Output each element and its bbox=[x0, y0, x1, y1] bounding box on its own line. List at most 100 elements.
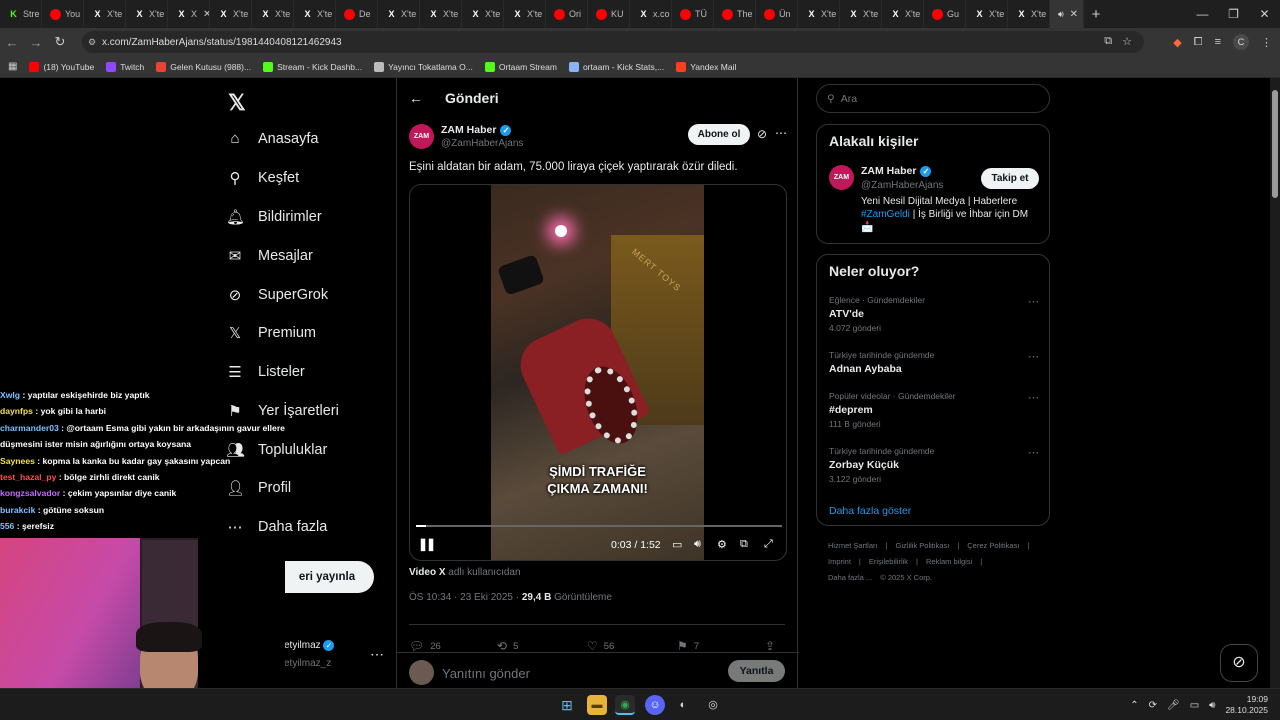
browser-tab[interactable]: You✕ bbox=[42, 0, 84, 28]
search-input[interactable]: ⚲ Ara bbox=[816, 84, 1050, 113]
browser-tab[interactable]: XX'te✕ bbox=[966, 0, 1008, 28]
video-progress-bar[interactable] bbox=[416, 525, 782, 527]
browser-tab[interactable]: XX'te✕ bbox=[294, 0, 336, 28]
reply-action[interactable]: 💬︎ 26 bbox=[409, 639, 441, 653]
nav-item-list[interactable]: ☰ Listeler bbox=[226, 363, 304, 381]
address-bar[interactable]: ⚙ x.com/ZamHaberAjans/status/19814404081… bbox=[82, 31, 1144, 53]
footer-link[interactable]: Reklam bilgisi bbox=[926, 557, 972, 566]
post-button[interactable]: eri yayınla bbox=[280, 561, 374, 593]
browser-tab[interactable]: KU✕ bbox=[588, 0, 630, 28]
browser-tab[interactable]: XX'te✕ bbox=[462, 0, 504, 28]
browser-tab[interactable]: XX'te✕ bbox=[252, 0, 294, 28]
footer-link[interactable]: Daha fazla ... bbox=[828, 573, 872, 582]
account-more-icon[interactable]: ⋯ bbox=[370, 646, 384, 663]
bookmark-item[interactable]: Yandex Mail bbox=[676, 61, 736, 72]
grok-fab-icon[interactable]: ⊘ bbox=[1220, 644, 1258, 682]
video-frame[interactable]: MERT TOYS ŞİMDİ TRAFİĞE ÇIKMA ZAMANI! bbox=[491, 185, 704, 560]
show-more-link[interactable]: Daha fazla göster bbox=[829, 505, 911, 517]
forward-icon[interactable]: → bbox=[24, 35, 48, 50]
subscribe-button[interactable]: Abone ol bbox=[688, 124, 750, 145]
browser-tab[interactable]: Gu✕ bbox=[924, 0, 966, 28]
post-more-icon[interactable]: ⋯ bbox=[775, 126, 787, 140]
active-tab[interactable]: 🔊︎ ✕ bbox=[1050, 0, 1084, 28]
fullscreen-icon[interactable]: ⤢ bbox=[764, 538, 773, 551]
repost-action[interactable]: ⟲ 5 bbox=[497, 639, 518, 653]
hashtag-link[interactable]: #ZamGeldi bbox=[861, 209, 910, 220]
sync-icon[interactable]: ⟳ bbox=[1149, 700, 1157, 711]
bookmark-item[interactable]: Ortaam Stream bbox=[484, 61, 557, 72]
trend-more-icon[interactable]: ⋯ bbox=[1028, 350, 1039, 363]
related-name[interactable]: ZAM Haber ✓ bbox=[861, 165, 932, 177]
trend-more-icon[interactable]: ⋯ bbox=[1028, 295, 1039, 308]
new-tab-icon[interactable]: + bbox=[1084, 6, 1108, 23]
trend-item[interactable]: Eğlence · Gündemdekiler ATV'de 4.072 gönde… bbox=[829, 295, 1039, 333]
browser-tab[interactable]: XX'te✕ bbox=[420, 0, 462, 28]
trend-item[interactable]: Türkiye tarihinde gündemde Zorbay Küçük 3.… bbox=[829, 446, 1039, 484]
minimize-icon[interactable]: — bbox=[1187, 0, 1218, 28]
apps-grid-icon[interactable]: ▦ bbox=[8, 61, 17, 72]
captions-icon[interactable]: ▭ bbox=[672, 538, 682, 551]
footer-link[interactable]: Imprint bbox=[828, 557, 851, 566]
browser-tab[interactable]: KStre✕ bbox=[0, 0, 42, 28]
browser-tab[interactable]: XX'te✕ bbox=[840, 0, 882, 28]
extensions-puzzle-icon[interactable]: ⧠ bbox=[1194, 36, 1203, 49]
browser-menu-icon[interactable]: ⋮ bbox=[1261, 36, 1272, 49]
close-window-icon[interactable]: ✕ bbox=[1249, 0, 1280, 28]
browser-tab[interactable]: XX'te✕ bbox=[210, 0, 252, 28]
browser-tab[interactable]: XX'te✕ bbox=[798, 0, 840, 28]
pause-icon[interactable]: ❚❚ bbox=[418, 537, 436, 551]
bookmark-item[interactable]: Stream - Kick Dashb... bbox=[263, 61, 362, 72]
browser-tab[interactable]: The✕ bbox=[714, 0, 756, 28]
clock[interactable]: 19:09 28.10.2025 bbox=[1225, 694, 1268, 716]
browser-tab[interactable]: XX'te✕ bbox=[882, 0, 924, 28]
browser-tab[interactable]: Xx.co✕ bbox=[630, 0, 672, 28]
scrollbar-thumb[interactable] bbox=[1272, 90, 1278, 198]
trend-more-icon[interactable]: ⋯ bbox=[1028, 446, 1039, 459]
tab-close-icon[interactable]: ✕ bbox=[203, 9, 209, 20]
author-avatar[interactable]: ZAM bbox=[409, 124, 434, 149]
author-handle[interactable]: @ZamHaberAjans bbox=[441, 138, 523, 149]
reply-input[interactable]: Yanıtını gönder bbox=[442, 666, 530, 681]
bookmark-item[interactable]: Yayıncı Tokatlama O... bbox=[374, 61, 473, 72]
file-explorer-icon[interactable]: ▬ bbox=[587, 695, 607, 715]
site-info-icon[interactable]: ⚙ bbox=[88, 37, 96, 48]
account-name[interactable]: etyilmaz ✓ bbox=[284, 640, 335, 651]
like-action[interactable]: ♡ 56 bbox=[587, 639, 614, 653]
settings-icon[interactable]: ⚙ bbox=[717, 538, 727, 551]
footer-link[interactable]: Çerez Politikası bbox=[967, 541, 1019, 550]
follow-button[interactable]: Takip et bbox=[981, 168, 1039, 189]
reply-button[interactable]: Yanıtla bbox=[728, 660, 785, 682]
volume-icon[interactable]: 🔊︎ bbox=[694, 538, 701, 551]
bookmark-item[interactable]: (18) YouTube bbox=[29, 61, 94, 72]
footer-link[interactable]: © 2025 X Corp. bbox=[880, 573, 932, 582]
footer-link[interactable]: Hizmet Şartları bbox=[828, 541, 878, 550]
video-player[interactable]: MERT TOYS ŞİMDİ TRAFİĞE ÇIKMA ZAMANI! ❚❚… bbox=[409, 184, 787, 561]
trend-item[interactable]: Popüler videolar · Gündemdekiler #deprem 1… bbox=[829, 391, 1039, 429]
related-avatar[interactable]: ZAM bbox=[829, 165, 854, 190]
chrome-icon[interactable]: ◉ bbox=[615, 695, 635, 715]
browser-tab[interactable]: Ori✕ bbox=[546, 0, 588, 28]
back-arrow-icon[interactable]: ← bbox=[409, 90, 423, 106]
browser-tab[interactable]: XX ✕ bbox=[168, 0, 210, 28]
bookmark-action[interactable]: ⚑ 7 bbox=[677, 639, 699, 653]
install-app-icon[interactable]: ⧉ bbox=[1104, 35, 1112, 48]
grok-icon[interactable]: ⊘ bbox=[757, 127, 767, 141]
pip-icon[interactable]: ⧉ bbox=[740, 538, 748, 551]
bookmark-star-icon[interactable]: ☆ bbox=[1122, 35, 1132, 48]
author-name[interactable]: ZAM Haber ✓ bbox=[441, 124, 512, 136]
nav-item-grok[interactable]: ⊘ SuperGrok bbox=[226, 286, 328, 304]
trend-more-icon[interactable]: ⋯ bbox=[1028, 391, 1039, 404]
browser-tab[interactable]: XX'te✕ bbox=[84, 0, 126, 28]
reload-icon[interactable]: ↻ bbox=[48, 34, 72, 50]
browser-tab[interactable]: XX'te✕ bbox=[378, 0, 420, 28]
browser-tab[interactable]: De✕ bbox=[336, 0, 378, 28]
x-logo-icon[interactable]: 𝕏 bbox=[228, 90, 246, 116]
bookmark-item[interactable]: ortaam - Kick Stats,... bbox=[568, 61, 664, 72]
footer-link[interactable]: Erişilebilirlik bbox=[869, 557, 908, 566]
discord-icon[interactable]: ☺ bbox=[645, 695, 665, 715]
reading-list-icon[interactable]: ≡ bbox=[1215, 36, 1221, 48]
nav-item-bell[interactable]: 🔔︎ Bildirimler bbox=[226, 208, 322, 226]
profile-avatar[interactable]: C bbox=[1233, 34, 1249, 50]
browser-tab[interactable]: XX'te✕ bbox=[1008, 0, 1050, 28]
bookmark-item[interactable]: Twitch bbox=[106, 61, 144, 72]
